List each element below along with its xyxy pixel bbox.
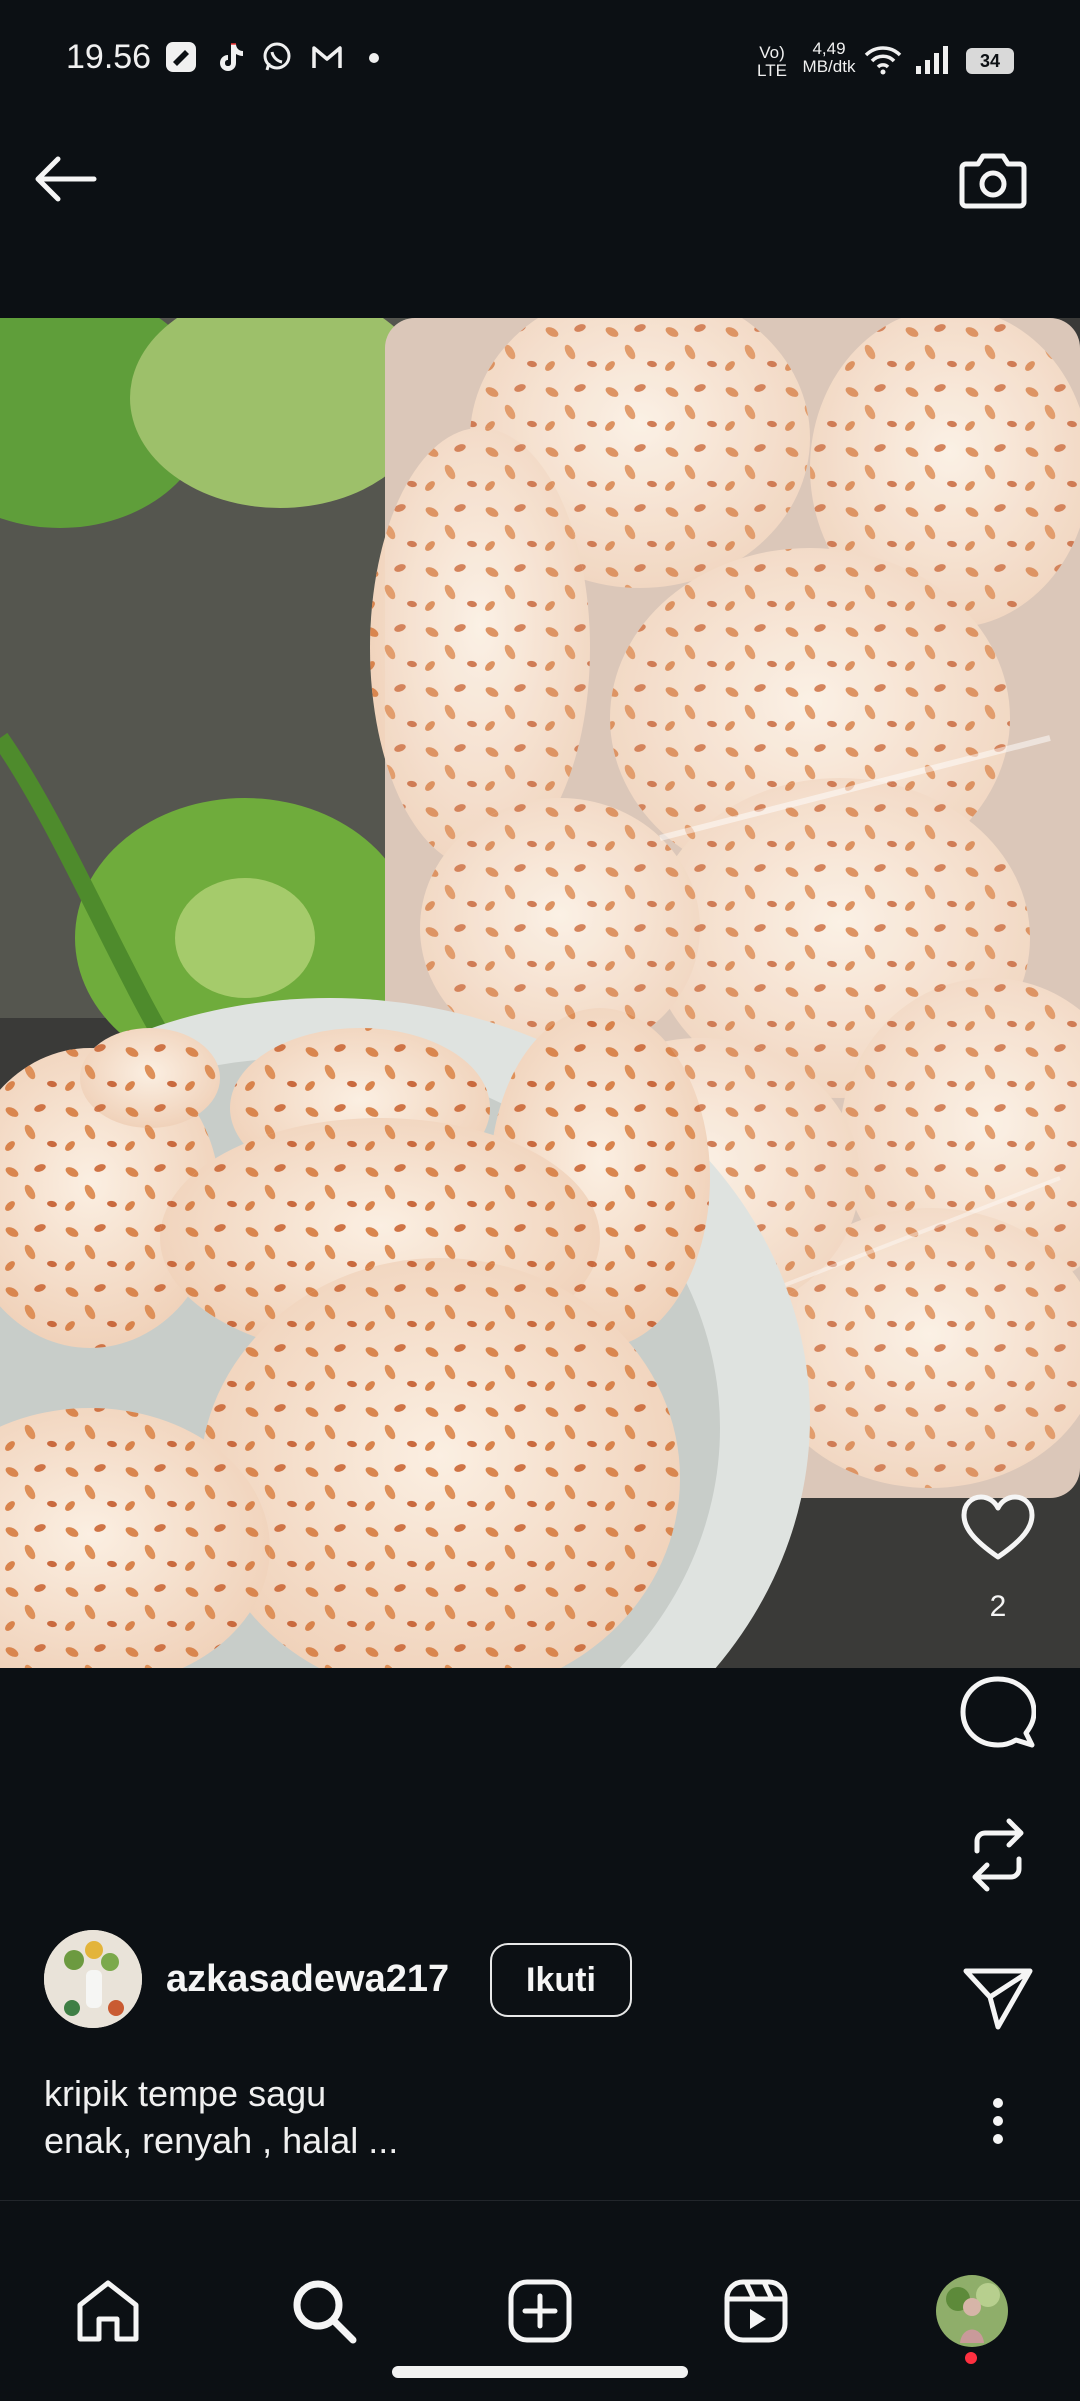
back-arrow-icon[interactable] bbox=[30, 144, 100, 214]
add-post-icon bbox=[508, 2279, 572, 2343]
network-type-indicator: Vo) LTE bbox=[757, 43, 787, 80]
network-speed: 4,49 MB/dtk bbox=[802, 39, 856, 76]
post-caption[interactable]: kripik tempe sagu enak, renyah , halal .… bbox=[44, 2070, 398, 2164]
tempe-chips-photo bbox=[0, 318, 1080, 1668]
username[interactable]: azkasadewa217 bbox=[166, 1958, 449, 2001]
repost-icon bbox=[972, 1818, 1024, 1892]
gmail-icon bbox=[312, 46, 342, 68]
tiktok-icon bbox=[220, 43, 243, 71]
screen-recorder-icon bbox=[166, 42, 196, 72]
caption-line: enak, renyah , halal ... bbox=[44, 2120, 399, 2161]
signal-icon bbox=[916, 46, 948, 74]
battery-indicator: 34 bbox=[966, 48, 1014, 74]
user-avatar[interactable] bbox=[44, 1930, 142, 2028]
home-indicator bbox=[392, 2366, 688, 2378]
like-button[interactable] bbox=[955, 1485, 1041, 1571]
top-bar bbox=[0, 92, 1080, 320]
status-bar: 19.56 Vo) LTE 4,49 MB/dtk 34 bbox=[0, 0, 1080, 92]
nav-home[interactable] bbox=[60, 2263, 156, 2359]
dot-icon bbox=[369, 53, 379, 63]
caption-line: kripik tempe sagu bbox=[44, 2073, 327, 2114]
more-vertical-icon bbox=[993, 2098, 1003, 2144]
wifi-icon bbox=[864, 46, 902, 75]
avatar-image bbox=[44, 1930, 142, 2028]
share-button[interactable] bbox=[955, 1956, 1041, 2042]
camera-icon[interactable] bbox=[956, 142, 1030, 216]
nav-search[interactable] bbox=[276, 2263, 372, 2359]
more-options-button[interactable] bbox=[955, 2078, 1041, 2164]
post-photo[interactable] bbox=[0, 318, 1080, 1668]
search-icon bbox=[293, 2280, 357, 2344]
comment-button[interactable] bbox=[955, 1670, 1041, 1756]
follow-button[interactable]: Ikuti bbox=[490, 1943, 632, 2017]
repost-button[interactable] bbox=[955, 1812, 1041, 1898]
notification-dot bbox=[965, 2352, 977, 2364]
home-icon bbox=[77, 2280, 139, 2342]
heart-icon bbox=[961, 1494, 1035, 1560]
profile-avatar bbox=[936, 2275, 1008, 2347]
nav-profile[interactable] bbox=[924, 2263, 1020, 2359]
paper-plane-icon bbox=[963, 1968, 1033, 2030]
status-time: 19.56 bbox=[66, 38, 152, 76]
like-count[interactable]: 2 bbox=[955, 1590, 1041, 1624]
comment-bubble-icon bbox=[960, 1676, 1036, 1748]
whatsapp-icon bbox=[263, 42, 291, 71]
nav-create[interactable] bbox=[492, 2263, 588, 2359]
reels-icon bbox=[724, 2279, 788, 2343]
nav-reels[interactable] bbox=[708, 2263, 804, 2359]
